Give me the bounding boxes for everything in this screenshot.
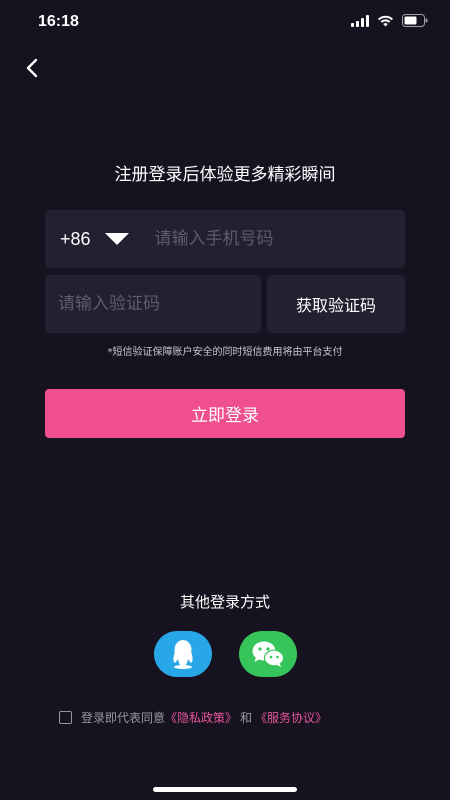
wechat-login-button[interactable] bbox=[238, 631, 297, 677]
code-field-container bbox=[45, 275, 261, 333]
verification-code-input[interactable] bbox=[58, 284, 248, 324]
service-agreement-link[interactable]: 《服务协议》 bbox=[255, 709, 327, 726]
status-icons bbox=[351, 14, 428, 27]
home-indicator bbox=[153, 787, 297, 792]
chevron-left-icon bbox=[26, 58, 38, 78]
privacy-policy-link[interactable]: 《隐私政策》 bbox=[165, 709, 237, 726]
get-code-button[interactable]: 获取验证码 bbox=[267, 275, 405, 333]
agreement-checkbox[interactable] bbox=[59, 711, 72, 724]
wechat-icon bbox=[252, 641, 284, 667]
agreement-row: 登录即代表同意 《隐私政策》 和 《服务协议》 bbox=[59, 709, 327, 726]
status-time: 16:18 bbox=[38, 13, 79, 30]
qq-login-button[interactable] bbox=[153, 631, 212, 677]
back-button[interactable] bbox=[18, 54, 46, 82]
status-bar: 16:18 bbox=[0, 0, 450, 44]
login-button[interactable]: 立即登录 bbox=[45, 389, 405, 438]
country-code-selector[interactable]: +86 bbox=[60, 229, 91, 250]
agreement-and: 和 bbox=[240, 711, 253, 725]
battery-icon bbox=[402, 14, 428, 27]
phone-number-input[interactable] bbox=[154, 219, 375, 259]
social-login-row bbox=[0, 631, 450, 677]
other-login-title: 其他登录方式 bbox=[179, 593, 270, 611]
qq-icon bbox=[172, 640, 193, 669]
wifi-icon bbox=[377, 15, 394, 27]
caret-down-icon[interactable] bbox=[104, 232, 129, 246]
sms-notice: *短信验证保障账户安全的同时短信费用将由平台支付 bbox=[107, 347, 343, 358]
page-headline: 注册登录后体验更多精彩瞬间 bbox=[114, 165, 336, 185]
agreement-prefix: 登录即代表同意 bbox=[81, 711, 166, 725]
phone-field-container: +86 bbox=[45, 210, 405, 268]
signal-icon bbox=[351, 14, 369, 27]
